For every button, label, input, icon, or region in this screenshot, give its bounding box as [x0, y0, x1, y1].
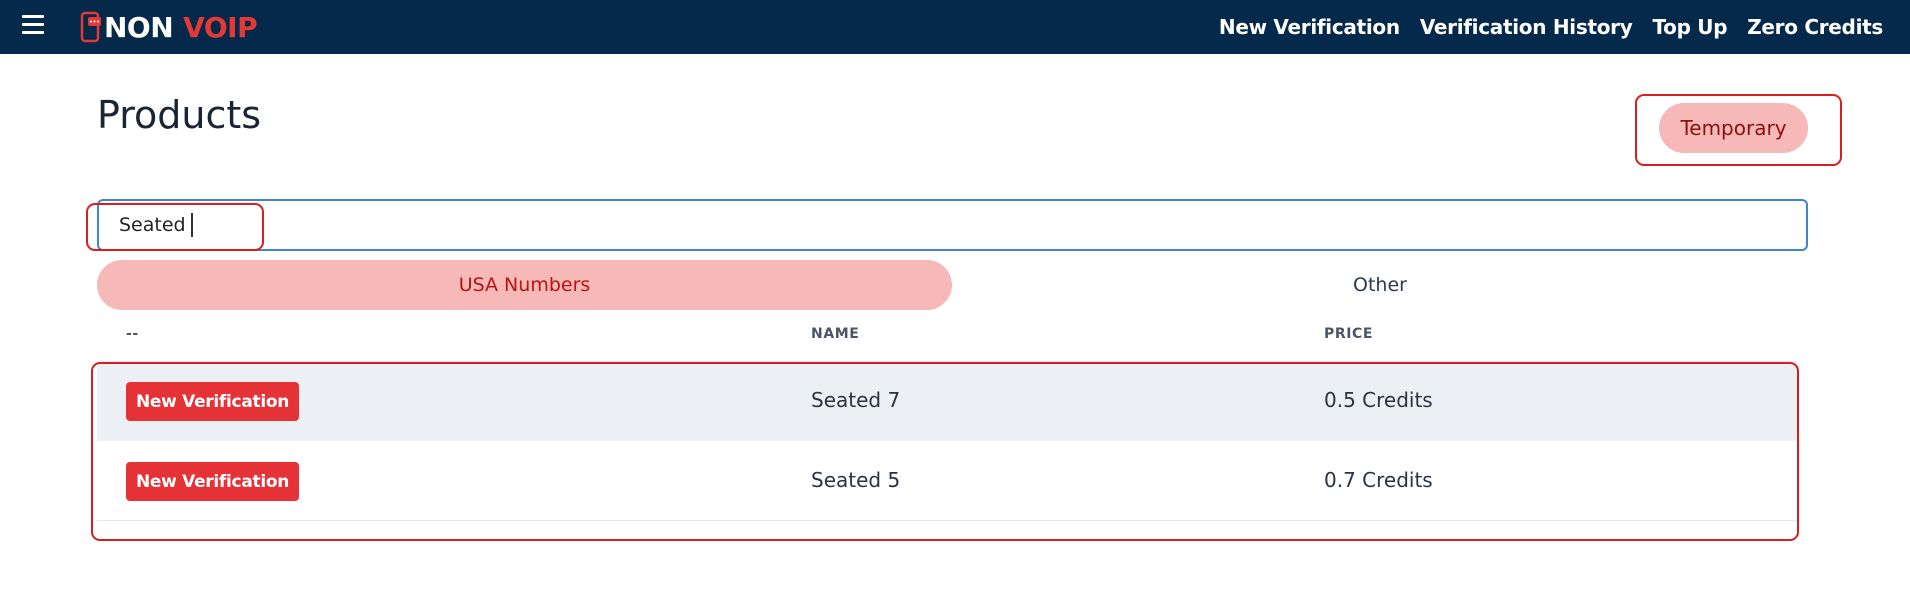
column-header-price: PRICE — [1324, 326, 1374, 342]
column-header-name: NAME — [811, 326, 860, 342]
hamburger-icon[interactable] — [22, 15, 44, 35]
nav-link-zero-credits[interactable]: Zero Credits — [1747, 15, 1883, 39]
nav-links: New Verification Verification History To… — [1219, 0, 1883, 54]
temporary-button[interactable]: Temporary — [1659, 103, 1808, 153]
text-caret — [191, 213, 193, 237]
page-title: Products — [97, 93, 262, 137]
nav-link-verification-history[interactable]: Verification History — [1420, 15, 1633, 39]
search-input[interactable] — [97, 199, 1808, 251]
top-navbar: NON VOIP New Verification Verification Hi… — [0, 0, 1910, 54]
column-header-action: -- — [126, 326, 139, 342]
brand-name-voip: VOIP — [183, 10, 258, 44]
nav-link-new-verification[interactable]: New Verification — [1219, 15, 1400, 39]
tab-other[interactable]: Other — [960, 260, 1800, 310]
brand-logo[interactable]: NON VOIP — [80, 10, 258, 44]
phone-chat-icon — [80, 11, 101, 43]
results-highlight-box — [91, 362, 1799, 541]
brand-name-non: NON — [104, 10, 174, 44]
tab-usa-numbers[interactable]: USA Numbers — [97, 260, 952, 310]
nav-link-top-up[interactable]: Top Up — [1652, 15, 1727, 39]
